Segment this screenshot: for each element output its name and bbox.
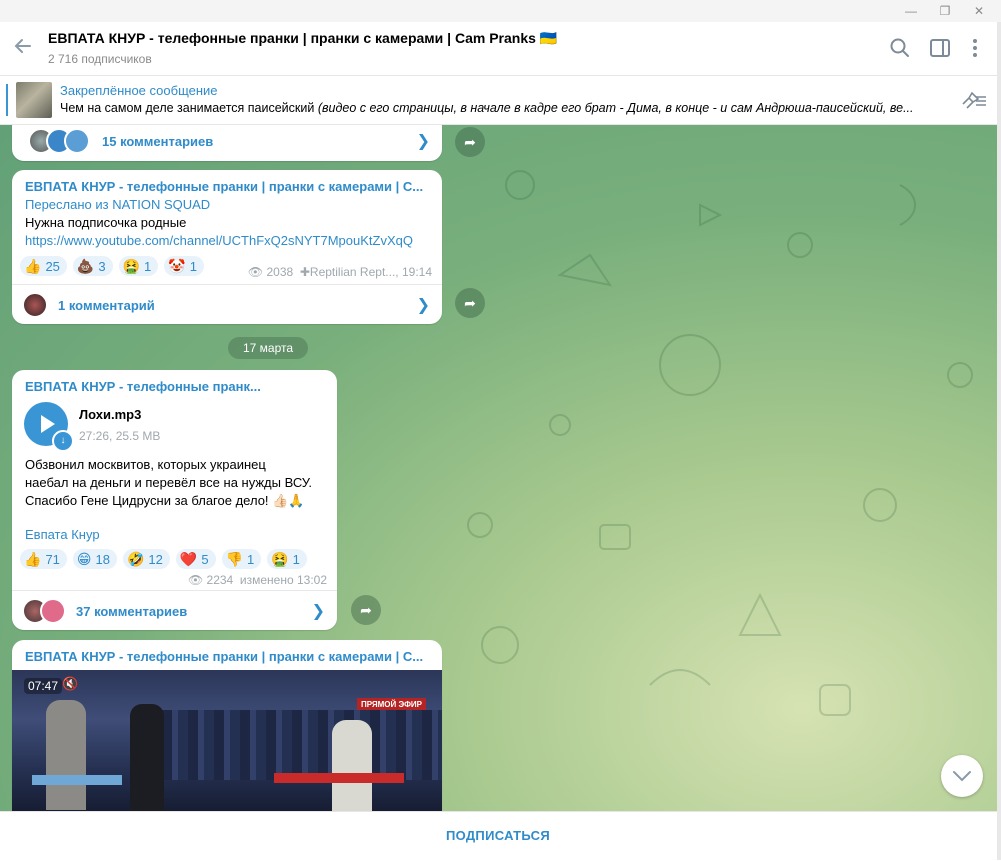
pinned-title: Закреплённое сообщение xyxy=(60,83,218,98)
comments-row[interactable]: 37 комментариев ❯ xyxy=(12,590,337,631)
reactions: 👍 25 💩 3 🤮 1 🤡 1 xyxy=(20,256,204,276)
play-icon xyxy=(41,415,55,433)
pinned-list-icon[interactable] xyxy=(960,90,988,110)
comments-count: 1 комментарий xyxy=(58,297,155,313)
reaction[interactable]: 🤮 1 xyxy=(118,256,159,276)
share-icon[interactable]: ➦ xyxy=(351,595,381,625)
video-person xyxy=(130,704,164,811)
date-separator: 17 марта xyxy=(228,337,308,359)
video-podium xyxy=(274,773,404,783)
chat-header: ЕВПАТА КНУР - телефонные пранки | пранки… xyxy=(0,22,1001,76)
video-person xyxy=(46,700,86,810)
chat-area[interactable]: 15 комментариев ❯ ➦ ЕВПАТА КНУР - телефо… xyxy=(0,125,1001,811)
channel-name[interactable]: ЕВПАТА КНУР - телефонные пранк... xyxy=(25,379,325,394)
message-bubble[interactable]: 15 комментариев ❯ xyxy=(12,125,442,161)
video-person xyxy=(332,720,372,811)
muted-icon[interactable]: 🔇 xyxy=(62,676,78,692)
reaction[interactable]: 💩 3 xyxy=(72,256,113,276)
video-preview[interactable]: 07:47 🔇 ПРЯМОЙ ЭФИР xyxy=(12,670,442,811)
reaction[interactable]: 👍 25 xyxy=(20,256,67,276)
chevron-right-icon: ❯ xyxy=(311,603,325,620)
file-meta: 27:26, 25.5 MB xyxy=(79,429,161,443)
message-text: Обзвонил москвитов, которых украинец нае… xyxy=(25,457,312,508)
channel-name[interactable]: ЕВПАТА КНУР - телефонные пранки | пранки… xyxy=(25,649,430,664)
reaction[interactable]: 🤡 1 xyxy=(164,256,204,276)
post-time: 19:14 xyxy=(401,265,432,279)
comments-count: 37 комментариев xyxy=(76,603,188,619)
share-icon[interactable]: ➦ xyxy=(455,288,485,318)
reaction[interactable]: ❤️ 5 xyxy=(175,549,216,569)
download-icon[interactable]: ↓ xyxy=(52,430,74,452)
close-icon[interactable]: ✕ xyxy=(962,0,996,22)
sidebar-toggle-icon[interactable] xyxy=(928,36,954,62)
comments-row[interactable]: 1 комментарий ❯ xyxy=(12,284,442,325)
edited-label: изменено 13:02 xyxy=(239,573,327,587)
reaction[interactable]: 🤮 1 xyxy=(267,549,307,569)
message-text: Нужна подписочка родные xyxy=(25,215,187,230)
file-name: Лохи.mp3 xyxy=(79,407,142,422)
comments-row[interactable]: 15 комментариев ❯ xyxy=(12,125,442,161)
channel-name[interactable]: ЕВПАТА КНУР - телефонные пранки | пранки… xyxy=(25,179,430,194)
window-titlebar: — ❐ ✕ xyxy=(0,0,1001,22)
window-border xyxy=(997,22,1001,860)
post-author: Reptilian Rept..., xyxy=(309,265,399,279)
video-audience xyxy=(162,710,442,780)
search-icon[interactable] xyxy=(888,36,914,62)
subscriber-count: 2 716 подписчиков xyxy=(48,52,152,66)
share-icon[interactable]: ➦ xyxy=(455,127,485,157)
footer-bar: ПОДПИСАТЬСЯ xyxy=(0,811,1001,861)
chevron-down-icon xyxy=(953,771,971,782)
eye-icon: 👁 xyxy=(247,265,264,279)
video-podium xyxy=(32,775,122,785)
reactions: 👍 71 😁 18 🤣 12 ❤️ 5 👎 1 🤮 1 xyxy=(20,549,307,569)
back-arrow-icon[interactable] xyxy=(10,36,36,62)
avatar xyxy=(64,128,90,154)
view-count: 2234 xyxy=(206,573,234,587)
message-meta: 👁 2234 изменено 13:02 xyxy=(188,573,327,587)
reaction[interactable]: 😁 18 xyxy=(72,549,117,569)
message-meta: 👁 2038 ✚Reptilian Rept..., 19:14 xyxy=(248,265,432,279)
more-menu-icon[interactable] xyxy=(963,36,989,62)
message-link[interactable]: https://www.youtube.com/channel/UCThFxQ2… xyxy=(25,233,413,248)
avatar xyxy=(22,292,48,318)
view-count: 2038 xyxy=(266,265,294,279)
reaction[interactable]: 👍 71 xyxy=(20,549,67,569)
minimize-icon[interactable]: — xyxy=(894,0,928,22)
restore-icon[interactable]: ❐ xyxy=(928,0,962,22)
pinned-thumbnail xyxy=(16,82,52,118)
reaction[interactable]: 👎 1 xyxy=(221,549,262,569)
scroll-to-bottom-button[interactable] xyxy=(941,755,983,797)
comments-count: 15 комментариев xyxy=(102,133,214,149)
message-bubble[interactable]: ЕВПАТА КНУР - телефонные пранк... ↓ Лохи… xyxy=(12,370,337,630)
chevron-right-icon: ❯ xyxy=(416,133,430,150)
avatar xyxy=(40,598,66,624)
pinned-text: Чем на самом деле занимается паисейский … xyxy=(60,101,914,115)
forwarded-from[interactable]: Переслано из NATION SQUAD xyxy=(25,197,210,212)
message-bubble[interactable]: ЕВПАТА КНУР - телефонные пранки | пранки… xyxy=(12,170,442,324)
pinned-indicator xyxy=(6,84,8,116)
author-icon: ✚ xyxy=(299,265,310,279)
chevron-right-icon: ❯ xyxy=(416,297,430,314)
reaction[interactable]: 🤣 12 xyxy=(122,549,170,569)
eye-icon: 👁 xyxy=(187,573,204,587)
signature-link[interactable]: Евпата Кнур xyxy=(25,527,100,542)
subscribe-button[interactable]: ПОДПИСАТЬСЯ xyxy=(0,828,996,843)
video-duration: 07:47 xyxy=(24,678,63,694)
channel-title[interactable]: ЕВПАТА КНУР - телефонные пранки | пранки… xyxy=(48,30,557,47)
